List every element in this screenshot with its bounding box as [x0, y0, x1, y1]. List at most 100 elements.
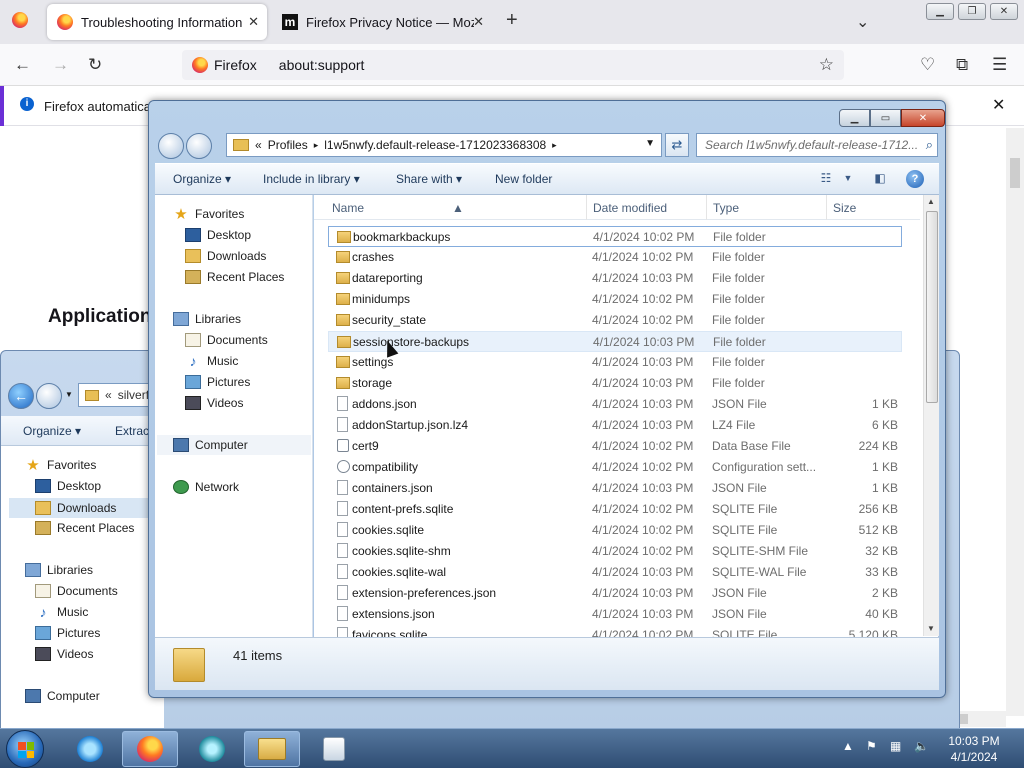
nav-libraries[interactable]: Libraries: [173, 312, 241, 326]
nav-computer[interactable]: Computer: [157, 435, 311, 455]
help-icon[interactable]: ?: [906, 170, 924, 188]
nav-recent-places[interactable]: Recent Places: [35, 521, 134, 535]
folder-row[interactable]: datareporting 4/1/2024 10:03 PM File folde…: [328, 268, 902, 289]
volume-muted-icon[interactable]: 🔈: [914, 739, 929, 753]
network-status-icon[interactable]: ▦: [890, 739, 901, 753]
close-icon[interactable]: ✕: [990, 3, 1018, 20]
nav-desktop[interactable]: Desktop: [35, 479, 101, 493]
column-type[interactable]: Type: [713, 201, 739, 215]
restore-icon[interactable]: ❐: [958, 3, 986, 20]
new-tab-icon[interactable]: +: [506, 9, 518, 32]
file-row[interactable]: containers.json 4/1/2024 10:03 PM JSON Fil…: [328, 478, 902, 499]
start-button[interactable]: [6, 730, 44, 768]
file-row[interactable]: cookies.sqlite-shm 4/1/2024 10:02 PM SQLIT…: [328, 541, 902, 562]
nav-desktop[interactable]: Desktop: [185, 228, 251, 242]
address-history-chevron-down-icon[interactable]: ▼: [645, 138, 655, 149]
nav-documents[interactable]: Documents: [185, 333, 268, 347]
nav-music[interactable]: ♪ Music: [185, 353, 239, 369]
file-row[interactable]: compatibility 4/1/2024 10:02 PM Configurat…: [328, 457, 902, 478]
file-row[interactable]: extensions.json 4/1/2024 10:03 PM JSON Fil…: [328, 604, 902, 625]
folder-row[interactable]: bookmarkbackups 4/1/2024 10:02 PM File fol…: [328, 226, 902, 247]
file-row[interactable]: cookies.sqlite-wal 4/1/2024 10:03 PM SQLIT…: [328, 562, 902, 583]
forward-arrow-icon[interactable]: →: [52, 55, 69, 75]
close-icon[interactable]: ✕: [901, 109, 945, 127]
taskbar-windows-explorer[interactable]: [244, 731, 300, 767]
nav-downloads[interactable]: Downloads: [9, 498, 164, 518]
address-segment[interactable]: silverf: [118, 388, 149, 402]
file-row[interactable]: extension-preferences.json 4/1/2024 10:03…: [328, 583, 902, 604]
nav-videos[interactable]: Videos: [185, 396, 243, 410]
extract-button[interactable]: Extract: [115, 424, 152, 438]
identity-box[interactable]: Firefox: [182, 57, 257, 73]
pocket-icon[interactable]: ♡: [920, 55, 935, 75]
system-clock[interactable]: 10:03 PM 4/1/2024: [934, 733, 1014, 765]
background-address-bar[interactable]: « silverf: [78, 383, 158, 407]
taskbar-firefox[interactable]: [122, 731, 178, 767]
folder-row[interactable]: minidumps 4/1/2024 10:02 PM File folder: [328, 289, 902, 310]
address-bar[interactable]: « Profiles ▸ l1w5nwfy.default-release-17…: [226, 133, 662, 157]
nav-favorites[interactable]: ★ Favorites: [25, 457, 96, 474]
nav-documents[interactable]: Documents: [35, 584, 118, 598]
close-tab-icon[interactable]: ✕: [248, 14, 259, 30]
file-row[interactable]: addonStartup.json.lz4 4/1/2024 10:03 PM LZ…: [328, 415, 902, 436]
folder-row[interactable]: security_state 4/1/2024 10:02 PM File fold…: [328, 310, 902, 331]
hamburger-menu-icon[interactable]: ☰: [992, 55, 1007, 75]
tab-privacy-notice[interactable]: m Firefox Privacy Notice — Mozill ✕: [272, 4, 492, 40]
folder-row[interactable]: sessionstore-backups 4/1/2024 10:03 PM Fil…: [328, 331, 902, 352]
nav-recent-places[interactable]: Recent Places: [185, 270, 284, 284]
firefox-view-icon[interactable]: [12, 12, 28, 33]
preview-pane-icon[interactable]: ◧: [871, 171, 889, 187]
close-notification-icon[interactable]: ✕: [992, 95, 1005, 115]
organize-button[interactable]: Organize ▾: [173, 172, 231, 186]
search-icon[interactable]: ⌕: [926, 137, 933, 153]
refresh-icon[interactable]: ⇄: [665, 133, 689, 157]
nav-favorites[interactable]: ★ Favorites: [173, 206, 244, 223]
taskbar-media-player[interactable]: [184, 731, 240, 767]
column-separator[interactable]: [706, 195, 707, 220]
new-folder-button[interactable]: New folder: [495, 172, 552, 186]
list-tabs-chevron-down-icon[interactable]: ⌄: [856, 12, 869, 32]
recent-pages-chevron-down-icon[interactable]: ▼: [65, 390, 73, 399]
nav-libraries[interactable]: Libraries: [25, 563, 93, 577]
file-row[interactable]: cert9 4/1/2024 10:02 PM Data Base File 224 …: [328, 436, 902, 457]
share-with-button[interactable]: Share with ▾: [396, 172, 462, 186]
scroll-down-arrow-icon[interactable]: ▼: [927, 624, 935, 633]
back-arrow-icon[interactable]: ←: [8, 383, 34, 409]
file-row[interactable]: cookies.sqlite 4/1/2024 10:02 PM SQLITE Fi…: [328, 520, 902, 541]
search-input[interactable]: Search l1w5nwfy.default-release-1712... …: [696, 133, 938, 157]
file-row[interactable]: content-prefs.sqlite 4/1/2024 10:02 PM SQL…: [328, 499, 902, 520]
include-in-library-button[interactable]: Include in library ▾: [263, 172, 360, 186]
url-text[interactable]: about:support: [279, 57, 365, 73]
column-name[interactable]: Name: [332, 201, 364, 215]
maximize-icon[interactable]: ▭: [870, 109, 901, 127]
show-hidden-icons-icon[interactable]: ▲: [842, 739, 854, 753]
back-arrow-icon[interactable]: ←: [14, 55, 31, 75]
taskbar-internet-explorer[interactable]: [62, 731, 118, 767]
reload-icon[interactable]: ↻: [88, 55, 102, 75]
tab-troubleshooting[interactable]: Troubleshooting Information ✕: [47, 4, 267, 40]
page-vertical-scrollbar[interactable]: [1006, 128, 1024, 716]
minimize-icon[interactable]: ▁: [839, 109, 870, 127]
nav-pictures[interactable]: Pictures: [185, 375, 250, 389]
breadcrumb-profiles[interactable]: Profiles: [268, 138, 308, 152]
url-bar[interactable]: Firefox about:support ☆: [182, 50, 844, 80]
scroll-thumb[interactable]: [1010, 158, 1020, 188]
folder-row[interactable]: storage 4/1/2024 10:03 PM File folder: [328, 373, 902, 394]
column-date-modified[interactable]: Date modified: [593, 201, 667, 215]
column-separator[interactable]: [586, 195, 587, 220]
column-size[interactable]: Size: [833, 201, 856, 215]
close-tab-icon[interactable]: ✕: [473, 14, 484, 30]
file-row[interactable]: addons.json 4/1/2024 10:03 PM JSON File 1 K…: [328, 394, 902, 415]
breadcrumb-separator[interactable]: ▸: [552, 140, 557, 151]
scroll-thumb[interactable]: [926, 211, 938, 403]
nav-computer[interactable]: Computer: [25, 689, 100, 703]
change-view-icon[interactable]: ☷: [817, 171, 835, 187]
forward-arrow-icon[interactable]: [36, 383, 62, 409]
action-center-flag-icon[interactable]: ⚑: [866, 739, 877, 753]
nav-music[interactable]: ♪ Music: [35, 604, 89, 620]
taskbar-video-app[interactable]: [306, 731, 362, 767]
nav-network[interactable]: Network: [173, 480, 239, 494]
forward-arrow-icon[interactable]: [186, 133, 212, 159]
organize-button[interactable]: Organize ▾: [23, 424, 81, 438]
address-chevron[interactable]: «: [255, 138, 262, 152]
